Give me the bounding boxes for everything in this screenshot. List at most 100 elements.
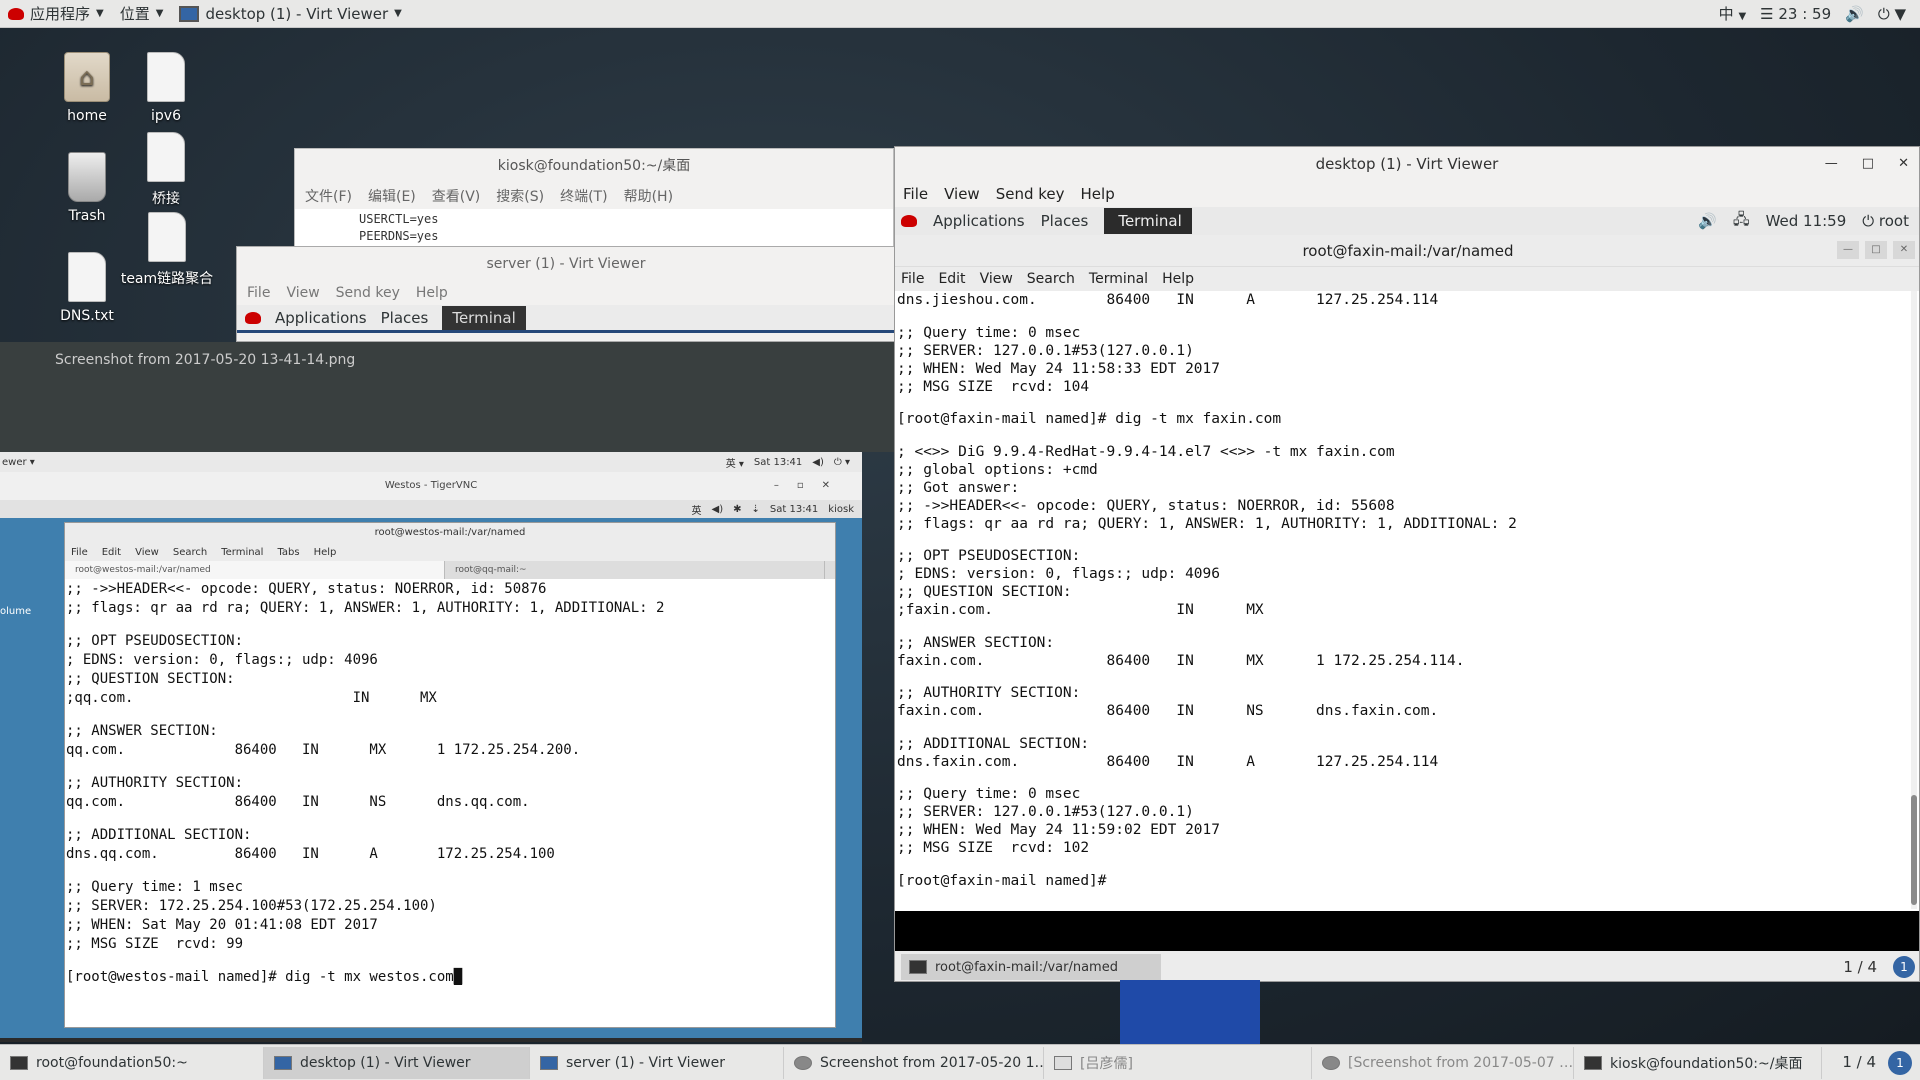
terminal-line: ;faxin.com. IN MX [897,602,1264,618]
terminal-line: qq.com. 86400 IN NS dns.qq.com. [66,794,530,810]
background-window-fragment [1120,980,1260,1044]
power-icon[interactable]: ⏻ ▼ [1878,5,1906,23]
user-menu[interactable]: ⏻ root [1862,212,1909,230]
menu-file[interactable]: File [901,271,924,287]
scrollbar-thumb[interactable] [1911,795,1917,905]
guest-places-menu[interactable]: Places [1041,212,1089,230]
menu-help[interactable]: Help [314,547,337,558]
menu-terminal[interactable]: Terminal [1089,271,1148,287]
menu-file[interactable]: File [71,547,88,558]
guest-clock[interactable]: Wed 11:59 [1766,212,1847,230]
scrollbar[interactable] [1911,291,1917,909]
maximize-icon[interactable]: □ [1865,241,1887,259]
guest-applications-menu[interactable]: Applications [933,212,1025,230]
notification-badge[interactable]: 1 [1888,1051,1912,1075]
faxin-terminal-window[interactable]: root@faxin-mail:/var/named — □ ✕ File Ed… [895,235,1919,911]
input-method[interactable]: 中 ▼ [1719,3,1747,24]
notification-badge[interactable]: 1 [1893,956,1915,978]
virt-viewer-icon [179,5,200,22]
menu-send-key[interactable]: Send key [336,285,400,301]
foundation-terminal-window[interactable]: kiosk@foundation50:~/桌面 文件(F) 编辑(E) 查看(V… [294,148,894,248]
menu-send-key[interactable]: Send key [996,185,1065,203]
guest-terminal-app[interactable]: Terminal [442,305,526,330]
image-viewer-window[interactable]: Screenshot from 2017-05-20 13-41-14.png [0,342,896,452]
window-title: kiosk@foundation50:~/桌面 [497,158,691,174]
menu-search[interactable]: Search [1027,271,1075,287]
menu-help[interactable]: Help [1162,271,1194,287]
close-icon[interactable]: ✕ [1893,241,1915,259]
desktop-virt-viewer-window[interactable]: desktop (1) - Virt Viewer — □ ✕ File Vie… [894,146,1920,982]
workspace-pager[interactable]: 1 / 4 [1843,958,1877,976]
redhat-icon [901,215,917,227]
active-window-menu[interactable]: desktop (1) - Virt Viewer ▼ [171,0,409,28]
redhat-icon [245,311,261,324]
maximize-icon[interactable]: □ [1862,147,1874,181]
menu-view[interactable]: View [980,271,1013,287]
file-icon [147,132,185,182]
desktop-icon-dns-txt[interactable]: DNS.txt [42,252,132,324]
terminal-line: ;; WHEN: Wed May 24 11:58:33 EDT 2017 [897,360,1221,377]
desktop-icon-ipv6[interactable]: ipv6 [121,52,211,124]
terminal-output[interactable]: ;; ->>HEADER<<- opcode: QUERY, status: N… [65,579,835,988]
menu-view[interactable]: 查看(V) [432,186,481,206]
menu-terminal[interactable]: Terminal [221,547,263,558]
volume-icon: ◀) [711,503,724,515]
minimize-icon[interactable]: — [1837,241,1859,259]
volume-icon[interactable]: 🔊 [1698,212,1717,230]
task-server-virt-viewer[interactable]: server (1) - Virt Viewer [530,1046,784,1079]
workspace-pager[interactable]: 1 / 4 [1842,1053,1876,1071]
desktop-icon-home[interactable]: home [42,52,132,124]
places-menu[interactable]: 位置 ▼ [112,0,172,28]
terminal-prompt[interactable]: [root@westos-mail named]# dig -t mx west… [66,968,834,987]
terminal-line: ;; ->>HEADER<<- opcode: QUERY, status: N… [66,581,547,597]
desktop-icon-bridge[interactable]: 桥接 [121,132,211,208]
task-foundation-terminal[interactable]: root@foundation50:~ [0,1046,264,1079]
vnc-terminal-window[interactable]: root@westos-mail:/var/named File Edit Vi… [64,522,836,1028]
guest-display[interactable]: Applications Places Terminal 🔊 🖧 Wed 11:… [895,207,1919,981]
menu-terminal[interactable]: 终端(T) [560,186,607,206]
window-controls[interactable]: –▫✕ [774,472,848,500]
guest-places-menu[interactable]: Places [381,309,429,327]
guest-terminal-app[interactable]: Terminal [1104,208,1192,234]
menu-view[interactable]: View [944,185,980,203]
terminal-line: dns.qq.com. 86400 IN A 172.25.254.100 [66,846,555,862]
menu-edit[interactable]: Edit [102,547,121,558]
menu-edit[interactable]: 编辑(E) [368,186,416,206]
terminal-line: ;; WHEN: Wed May 24 11:59:02 EDT 2017 [897,822,1221,838]
terminal-output[interactable]: dns.jieshou.com. 86400 IN A 127.25.254.1… [895,291,1919,890]
menu-file[interactable]: File [247,285,270,301]
task-screenshot-05-07[interactable]: [Screenshot from 2017-05-07 … [1312,1046,1574,1079]
menu-search[interactable]: 搜索(S) [496,186,544,206]
menu-view[interactable]: View [286,285,319,301]
menu-help[interactable]: Help [416,285,448,301]
menu-file[interactable]: File [903,185,928,203]
applications-menu[interactable]: 应用程序 ▼ [0,0,112,28]
menu-edit[interactable]: Edit [938,271,965,287]
menu-file[interactable]: 文件(F) [305,186,352,206]
terminal-content[interactable]: USERCTL=yes PEERDNS=yes [295,209,893,247]
volume-icon[interactable]: 🔊 [1845,5,1864,23]
tab-westos-mail[interactable]: root@westos-mail:/var/named [65,561,445,579]
top-panel: 应用程序 ▼ 位置 ▼ desktop (1) - Virt Viewer ▼ … [0,0,1920,28]
menu-help[interactable]: Help [1081,185,1115,203]
guest-applications-menu[interactable]: Applications [275,309,367,327]
task-document[interactable]: [吕彦儒] [1044,1046,1312,1079]
task-kiosk-terminal[interactable]: kiosk@foundation50:~/桌面 [1574,1046,1822,1079]
menu-view[interactable]: View [135,547,159,558]
guest-task-terminal[interactable]: root@faxin-mail:/var/named [901,954,1161,980]
close-icon[interactable]: ✕ [1898,147,1909,181]
vnc-screenshot[interactable]: ewer ▾ 英 ▾ Sat 13:41 ◀) ⏻ ▾ Westos - Tig… [0,452,862,1042]
tab-qq-mail[interactable]: root@qq-mail:~ [445,561,825,579]
menu-tabs[interactable]: Tabs [277,547,299,558]
task-screenshot-viewer[interactable]: Screenshot from 2017-05-20 1… [784,1046,1044,1079]
menu-search[interactable]: Search [173,547,207,558]
server-virt-viewer-window[interactable]: server (1) - Virt Viewer File View Send … [236,246,896,342]
task-desktop-virt-viewer[interactable]: desktop (1) - Virt Viewer [264,1046,530,1079]
terminal-line: ;; SERVER: 172.25.254.100#53(172.25.254.… [66,898,437,914]
network-icon[interactable]: 🖧 [1733,209,1750,234]
menu-help[interactable]: 帮助(H) [624,186,673,206]
minimize-icon[interactable]: — [1825,147,1838,181]
clock[interactable]: ☰ 23 : 59 [1760,5,1831,23]
